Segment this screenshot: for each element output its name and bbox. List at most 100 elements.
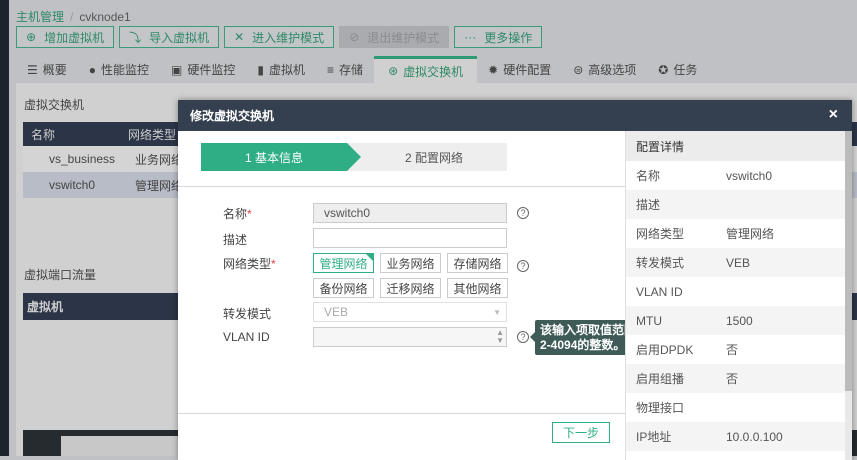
chevron-down-icon: ▼ <box>493 307 501 317</box>
left-sidebar <box>0 0 9 456</box>
detail-value: 1500 <box>726 313 753 328</box>
vlan-input[interactable]: ▲ ▼ <box>313 327 507 347</box>
breadcrumb: 主机管理 / cvknode1 <box>16 8 131 25</box>
gear-icon: ✹ <box>488 62 499 77</box>
type-management[interactable]: 管理网络 <box>313 253 374 273</box>
detail-value: 否 <box>726 372 739 386</box>
help-icon[interactable]: ? <box>517 331 529 343</box>
name-label: 名称* <box>223 207 252 221</box>
detail-value: vswitch0 <box>726 168 773 183</box>
screen-icon: ▣ <box>171 62 183 77</box>
ban-icon: ⊘ <box>349 30 360 44</box>
config-details-panel: 配置详情 名称 vswitch0 描述 网络类型 管理网络 转发模式 VEB VLAN ID M… <box>625 131 845 460</box>
tab-label: 虚拟交换机 <box>403 64 464 79</box>
detail-key: 转发模式 <box>636 256 685 270</box>
detail-row: VLAN ID <box>626 277 845 306</box>
button-label: 更多操作 <box>484 30 533 45</box>
monitor-icon: ● <box>88 62 97 77</box>
detail-key: 名称 <box>636 169 661 183</box>
detail-row: 网络类型 管理网络 <box>626 219 845 248</box>
detail-value: 管理网络 <box>726 227 775 241</box>
enter-maintenance-button[interactable]: ✕ 进入维护模式 <box>224 26 335 48</box>
tab-label: 硬件监控 <box>187 63 236 77</box>
edit-vswitch-modal: 修改虚拟交换机 × 1 基本信息 2 配置网络 名称* vswitch0 ? 描述… <box>178 100 852 460</box>
network-type-group: 管理网络 业务网络 存储网络 备份网络 迁移网络 其他网络 <box>313 253 508 298</box>
detail-value: 10.0.0.100 <box>726 429 783 444</box>
tab-label: 高级选项 <box>588 63 637 77</box>
detail-row: IP地址 10.0.0.100 <box>626 422 845 451</box>
plus-circle-icon: ⊕ <box>26 30 37 44</box>
tab-label: 性能监控 <box>101 63 150 77</box>
desc-input[interactable] <box>313 228 507 248</box>
stepper-icon[interactable]: ▲ ▼ <box>496 329 504 345</box>
exit-maintenance-button[interactable]: ⊘ 退出维护模式 <box>339 26 450 48</box>
tab-storage[interactable]: ≡ 存储 <box>316 56 374 83</box>
scrollbar-thumb[interactable] <box>845 131 852 391</box>
database-icon: ≡ <box>327 62 335 77</box>
more-actions-button[interactable]: ··· 更多操作 <box>454 26 543 48</box>
tab-overview[interactable]: ☰ 概要 <box>16 56 78 83</box>
detail-key: 物理接口 <box>636 401 685 415</box>
tab-vswitch[interactable]: ⊛ 虚拟交换机 <box>374 56 478 83</box>
detail-key: 启用组播 <box>636 372 685 386</box>
close-icon[interactable]: × <box>829 106 838 124</box>
col-name: 名称 <box>31 127 56 142</box>
desc-label: 描述 <box>223 233 248 247</box>
detail-row: 启用DPDK 否 <box>626 335 845 364</box>
tab-label: 硬件配置 <box>503 63 552 77</box>
vm-icon: ▮ <box>257 62 265 77</box>
tab-vms[interactable]: ▮ 虚拟机 <box>246 56 316 83</box>
type-other[interactable]: 其他网络 <box>447 278 508 298</box>
breadcrumb-sep: / <box>70 10 74 24</box>
help-icon[interactable]: ? <box>517 207 529 219</box>
forward-mode-label: 转发模式 <box>223 307 272 321</box>
add-vm-button[interactable]: ⊕ 增加虚拟机 <box>16 26 115 48</box>
network-icon: ⊛ <box>388 64 399 78</box>
forward-mode-select[interactable]: VEB ▼ <box>313 302 507 322</box>
tab-label: 虚拟机 <box>269 63 306 77</box>
type-storage[interactable]: 存储网络 <box>447 253 508 273</box>
toolbar: ⊕ 增加虚拟机 ⤵ 导入虚拟机 ✕ 进入维护模式 ⊘ 退出维护模式 ··· 更多操作 <box>16 26 543 48</box>
name-input[interactable]: vswitch0 <box>313 203 507 223</box>
next-button[interactable]: 下一步 <box>552 422 610 443</box>
button-label: 增加虚拟机 <box>44 30 105 45</box>
detail-key: IP地址 <box>636 430 672 444</box>
import-vm-button[interactable]: ⤵ 导入虚拟机 <box>119 26 220 48</box>
col-vm: 虚拟机 <box>27 300 64 314</box>
tab-hardware-monitor[interactable]: ▣ 硬件监控 <box>160 56 246 83</box>
tab-tasks[interactable]: ✪ 任务 <box>647 56 708 83</box>
tab-hardware-config[interactable]: ✹ 硬件配置 <box>477 56 562 83</box>
step-config-network: 2 配置网络 <box>404 150 463 165</box>
task-icon: ✪ <box>658 62 669 77</box>
cell-name: vswitch0 <box>49 178 96 192</box>
breadcrumb-root[interactable]: 主机管理 <box>16 10 64 24</box>
select-value: VEB <box>324 305 349 319</box>
network-type-label: 网络类型* <box>223 257 276 271</box>
tab-performance[interactable]: ● 性能监控 <box>78 56 160 83</box>
tab-advanced[interactable]: ⊜ 高级选项 <box>562 56 647 83</box>
type-business[interactable]: 业务网络 <box>380 253 441 273</box>
detail-row: 名称 vswitch0 <box>626 161 845 190</box>
import-icon: ⤵ <box>129 30 142 45</box>
cell-type: 管理网络 <box>135 178 184 193</box>
tab-label: 任务 <box>673 63 698 77</box>
ellipsis-icon: ··· <box>464 30 477 44</box>
detail-row: 启用组播 否 <box>626 364 845 393</box>
divider <box>178 186 625 187</box>
button-label: 导入虚拟机 <box>149 30 210 45</box>
col-type: 网络类型 <box>128 127 177 142</box>
step-basic-info: 1 基本信息 <box>201 143 361 171</box>
tab-label: 概要 <box>42 63 67 77</box>
detail-row: 物理接口 <box>626 393 845 422</box>
type-migration[interactable]: 迁移网络 <box>380 278 441 298</box>
help-icon[interactable]: ? <box>517 260 529 272</box>
tools-icon: ✕ <box>234 30 245 44</box>
detail-row: 描述 <box>626 190 845 219</box>
vswitch-section-title: 虚拟交换机 <box>24 98 85 112</box>
detail-value: 否 <box>726 343 739 357</box>
type-backup[interactable]: 备份网络 <box>313 278 374 298</box>
detail-key: 网络类型 <box>636 227 685 241</box>
detail-key: MTU <box>636 313 662 328</box>
detail-key: VLAN ID <box>636 284 683 299</box>
detail-key: 启用DPDK <box>636 343 694 357</box>
